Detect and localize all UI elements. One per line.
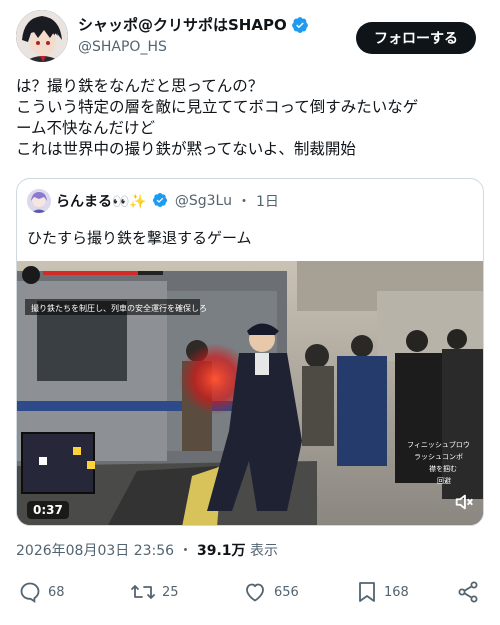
tweet-text: は？撮り鉄をなんだと思ってんの？ こういう特定の層を敵に見立ててボコって倒すみた…	[16, 76, 484, 160]
hud-objective-text: 撮り鉄たちを制圧し、列車の安全運行を確保しろ	[31, 303, 207, 313]
reply-count: 68	[48, 584, 65, 600]
tweet-line: これは世界中の撮り鉄が黙ってないよ、制裁開始	[16, 140, 356, 158]
hud-control-text: 回避	[437, 476, 451, 485]
bookmark-button[interactable]: 168	[356, 580, 409, 604]
video-frame: 撮り鉄たちを制圧し、列車の安全運行を確保しろ フィニッシュブロウ ラッシュコンボ…	[17, 261, 483, 525]
quoted-author-handle: @Sg3Lu	[174, 193, 232, 209]
author-handle[interactable]: @SHAPO_HS	[78, 39, 309, 55]
tweet-header: シャッポ@クリサポはSHAPO @SHAPO_HS フォローする	[16, 10, 484, 66]
hud-control-text: 襟を掴む	[429, 464, 457, 473]
follow-button[interactable]: フォローする	[356, 22, 476, 54]
retweet-count: 25	[162, 584, 179, 600]
quoted-tweet[interactable]: らんまる👀✨ @Sg3Lu ・ 1日 ひたすら撮り鉄を撃退するゲーム 撮り鉄たち…	[16, 178, 484, 526]
like-count: 656	[274, 584, 299, 600]
video-duration: 0:37	[27, 501, 69, 519]
quoted-author-name: らんまる👀✨	[56, 194, 147, 210]
bookmark-icon	[359, 582, 375, 602]
tweet-line: ーム不快なんだけど	[16, 119, 156, 137]
share-button[interactable]	[456, 580, 480, 604]
tweet-line: こういう特定の層を敵に見立ててボコって倒すみたいなゲ	[16, 98, 419, 116]
reply-icon	[20, 582, 40, 603]
quoted-time: 1日	[255, 194, 279, 210]
action-bar: 68 25 656 168	[16, 580, 484, 616]
share-icon	[458, 581, 478, 603]
meta-separator: ・	[178, 543, 193, 559]
tweet-timestamp[interactable]: 2026年08月03日 23:56	[16, 543, 174, 559]
tweet-meta: 2026年08月03日 23:56 ・ 39.1万 表示	[16, 540, 278, 560]
bookmark-count: 168	[384, 584, 409, 600]
verified-badge-icon	[152, 192, 170, 210]
quoted-separator: ・	[236, 194, 251, 210]
author-display-name[interactable]: シャッポ@クリサポはSHAPO	[78, 14, 309, 35]
hud-control-text: フィニッシュブロウ	[407, 440, 470, 449]
like-icon	[246, 583, 264, 602]
quoted-text: ひたすら撮り鉄を撃退するゲーム	[27, 229, 252, 247]
reply-button[interactable]: 68	[18, 580, 65, 604]
author-avatar[interactable]	[16, 10, 68, 62]
view-label: 表示	[249, 543, 278, 559]
mute-icon[interactable]	[453, 491, 475, 517]
retweet-icon	[131, 585, 155, 599]
verified-badge-icon	[291, 16, 309, 34]
video-player[interactable]: 撮り鉄たちを制圧し、列車の安全運行を確保しろ フィニッシュブロウ ラッシュコンボ…	[17, 261, 483, 525]
view-count: 39.1万	[196, 543, 246, 559]
hud-control-text: ラッシュコンボ	[414, 453, 463, 461]
like-button[interactable]: 656	[242, 580, 299, 604]
retweet-button[interactable]: 25	[130, 580, 179, 604]
tweet-line: は？撮り鉄をなんだと思ってんの？	[16, 77, 264, 95]
quoted-author-avatar	[27, 189, 51, 213]
